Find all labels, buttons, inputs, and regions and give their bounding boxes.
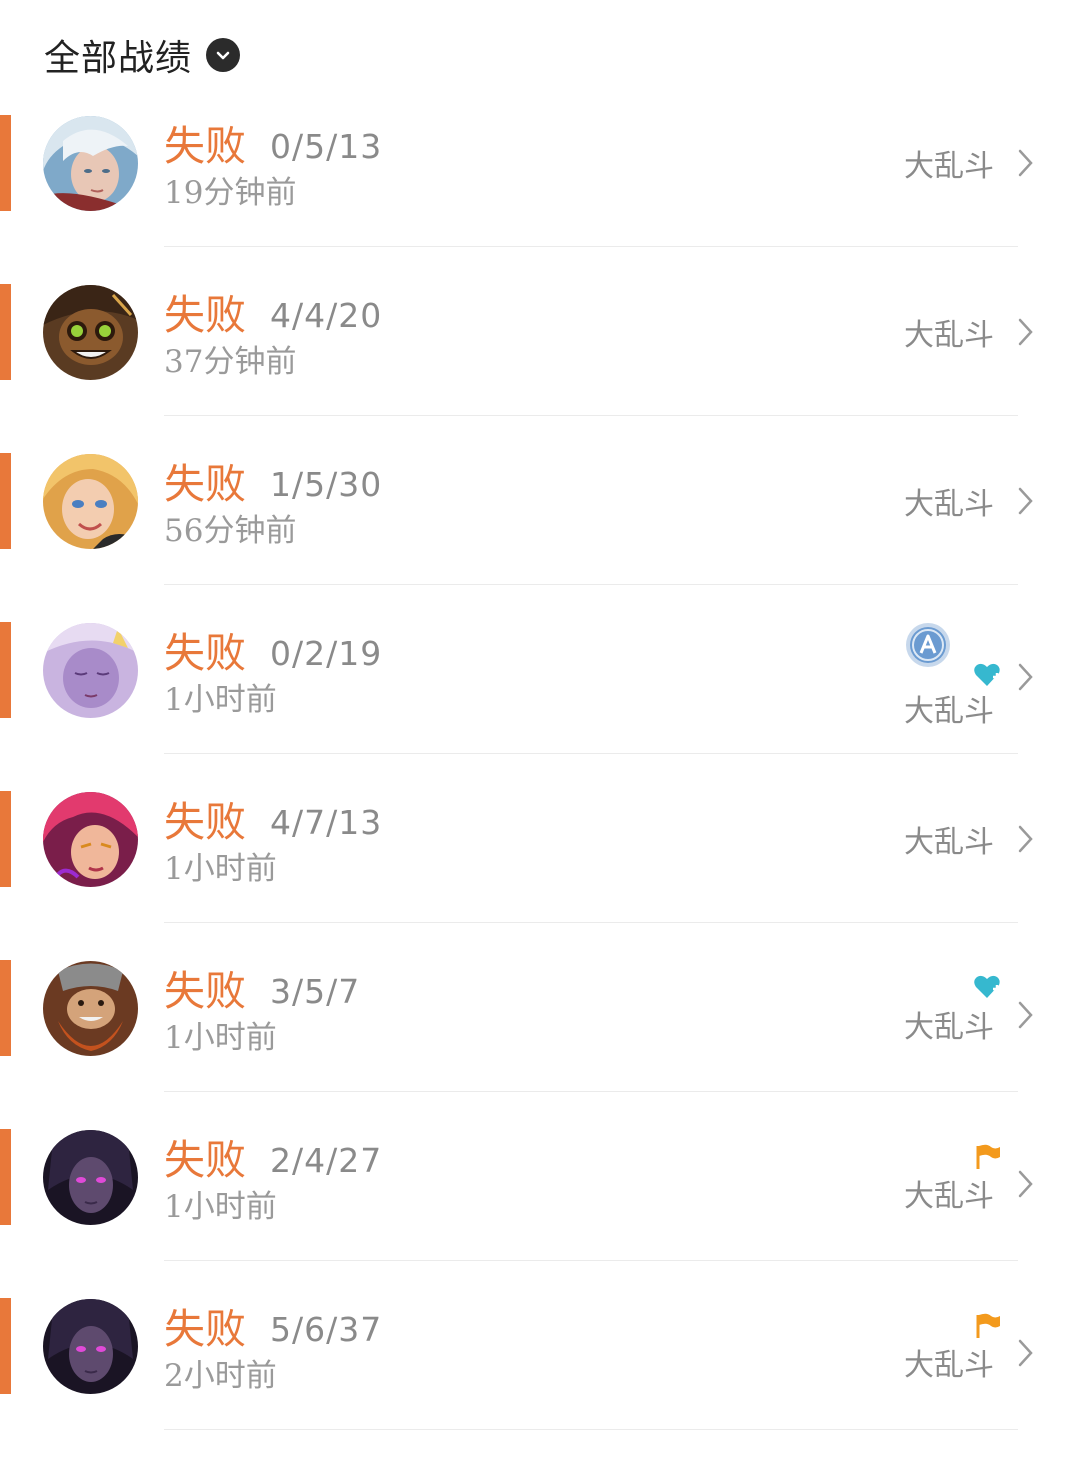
a-badge-icon [906,623,950,667]
match-result: 失败 [164,291,246,339]
chevron-right-icon [1018,318,1033,346]
match-time: 1小时前 [164,1020,277,1056]
row-divider [164,753,1018,754]
champion-avatar [43,454,138,549]
heart-plus-icon [974,663,1001,686]
match-row[interactable]: 失败 2/4/27 1小时前 大乱斗 [0,1129,1080,1298]
match-list: 失败 0/5/13 19分钟前 大乱斗 失败 4/4/20 37分钟前 大乱斗 [0,115,1080,1467]
result-indicator [0,1129,11,1225]
match-row[interactable]: 失败 1/5/30 56分钟前 大乱斗 [0,453,1080,622]
match-kda: 4/7/13 [270,803,383,842]
game-mode: 大乱斗 [904,1348,994,1383]
match-time: 1小时前 [164,682,277,718]
match-kda: 2/4/27 [270,1141,383,1180]
result-indicator [0,622,11,718]
match-result: 失败 [164,460,246,508]
chevron-right-icon [1018,825,1033,853]
row-divider [164,584,1018,585]
match-time: 2小时前 [164,1358,277,1394]
chevron-right-icon [1018,149,1033,177]
match-kda: 4/4/20 [270,296,383,335]
row-divider [164,1429,1018,1430]
match-time: 1小时前 [164,851,277,887]
heart-plus-icon [974,975,1001,998]
row-divider [164,415,1018,416]
champion-avatar [43,792,138,887]
champion-avatar [43,285,138,380]
game-mode: 大乱斗 [904,149,994,184]
match-row[interactable]: 失败 5/6/37 2小时前 大乱斗 [0,1298,1080,1467]
match-time: 19分钟前 [164,175,297,211]
result-indicator [0,960,11,1056]
match-result: 失败 [164,122,246,170]
chevron-down-icon[interactable] [206,38,241,72]
filter-header[interactable]: 全部战绩 [44,30,241,80]
match-result: 失败 [164,1305,246,1353]
row-divider [164,1091,1018,1092]
match-row[interactable]: 失败 4/7/13 1小时前 大乱斗 [0,791,1080,960]
match-kda: 5/6/37 [270,1310,383,1349]
match-kda: 0/2/19 [270,634,383,673]
match-result: 失败 [164,629,246,677]
match-kda: 3/5/7 [270,972,361,1011]
result-indicator [0,791,11,887]
match-result: 失败 [164,967,246,1015]
page-title: 全部战绩 [44,38,193,79]
match-result: 失败 [164,798,246,846]
result-indicator [0,115,11,211]
champion-avatar [43,1299,138,1394]
game-mode: 大乱斗 [904,487,994,522]
match-time: 1小时前 [164,1189,277,1225]
chevron-right-icon [1018,1001,1033,1029]
match-kda: 0/5/13 [270,127,383,166]
game-mode: 大乱斗 [904,825,994,860]
match-row[interactable]: 失败 3/5/7 1小时前 大乱斗 [0,960,1080,1129]
game-mode: 大乱斗 [904,318,994,353]
game-mode: 大乱斗 [904,1010,994,1045]
result-indicator [0,284,11,380]
match-result: 失败 [164,1136,246,1184]
row-divider [164,1260,1018,1261]
match-row[interactable]: 失败 4/4/20 37分钟前 大乱斗 [0,284,1080,453]
champion-avatar [43,116,138,211]
chevron-right-icon [1018,487,1033,515]
champion-avatar [43,961,138,1056]
flag-icon [976,1313,1000,1338]
flag-icon [976,1144,1000,1169]
chevron-right-icon [1018,1339,1033,1367]
game-mode: 大乱斗 [904,1179,994,1214]
chevron-right-icon [1018,1170,1033,1198]
game-mode: 大乱斗 [904,694,994,729]
result-indicator [0,1298,11,1394]
match-time: 56分钟前 [164,513,297,549]
row-divider [164,922,1018,923]
match-row[interactable]: 失败 0/5/13 19分钟前 大乱斗 [0,115,1080,284]
champion-avatar [43,623,138,718]
match-row[interactable]: 失败 0/2/19 1小时前 大乱斗 [0,622,1080,791]
chevron-right-icon [1018,663,1033,691]
match-kda: 1/5/30 [270,465,383,504]
champion-avatar [43,1130,138,1225]
match-time: 37分钟前 [164,344,297,380]
row-divider [164,246,1018,247]
result-indicator [0,453,11,549]
